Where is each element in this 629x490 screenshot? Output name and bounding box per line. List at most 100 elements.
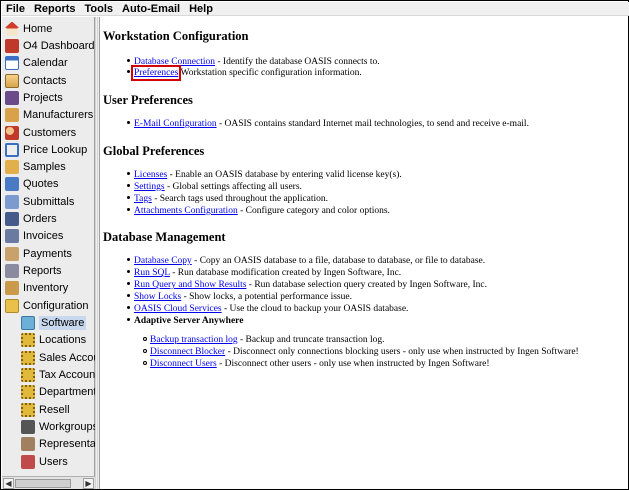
menu-file[interactable]: File [6,2,25,16]
link-description: - Run database selection query created b… [246,280,487,290]
subsection-heading: Adaptive Server Anywhere [134,316,244,326]
inventory-icon [5,280,19,295]
backup-transaction-log-link[interactable]: Backup transaction log [150,335,238,345]
sidebar-item-resell[interactable]: Resell [2,401,95,418]
link-description: - Enable an OASIS database by entering v… [167,170,402,180]
scroll-right-icon[interactable]: ▶ [83,478,94,489]
sidebar-item-workgroups[interactable]: Workgroups [2,418,95,435]
manufacturers-icon [5,107,19,122]
circle-bullet-icon [143,348,147,353]
sidebar-item-label: Contacts [23,74,67,87]
oasis-cloud-services-link[interactable]: OASIS Cloud Services [134,304,222,314]
sidebar-item-payments[interactable]: Payments [2,245,95,262]
sub-list-item: Disconnect Blocker - Disconnect only con… [143,347,579,358]
bullet-icon [127,59,130,63]
sidebar: Home O4 Dashboard Calendar Contacts Projects… [2,17,95,489]
list-item: Licenses - Enable an OASIS database by e… [127,170,402,181]
sidebar-item-manufacturers[interactable]: Manufacturers [2,106,95,123]
run-query-and-show-results-link[interactable]: Run Query and Show Results [134,280,246,290]
sidebar-item-label: Home [23,22,53,35]
sidebar-item-label: Orders [23,212,57,225]
menu-reports[interactable]: Reports [34,2,76,16]
sidebar-item-users[interactable]: Users [2,453,95,470]
bullet-icon [127,318,130,322]
sidebar-item-orders[interactable]: Orders [2,210,95,227]
e-mail-configuration-link[interactable]: E-Mail Configuration [134,119,217,129]
menu-bar: File Reports Tools Auto-Email Help [2,2,629,16]
list-item: Run SQL - Run database modification crea… [127,268,401,279]
sidebar-item-inventory[interactable]: Inventory [2,279,95,296]
sidebar-item-calendar[interactable]: Calendar [2,54,95,71]
attachments-configuration-link[interactable]: Attachments Configuration [134,206,238,216]
sidebar-item-label: Calendar [23,56,68,69]
database-copy-link[interactable]: Database Copy [134,256,192,266]
sidebar-item-label: Customers [23,126,77,139]
link-description: - Identify the database OASIS connects t… [215,57,380,67]
link-description: - OASIS contains standard Internet mail … [216,119,529,129]
circle-bullet-icon [143,336,147,341]
bullet-icon [127,172,130,176]
disconnect-blocker-link[interactable]: Disconnect Blocker [150,347,225,357]
sidebar-item-departments[interactable]: Departments [2,383,95,400]
sidebar-item-o4-dashboard[interactable]: O4 Dashboard [2,37,95,54]
sidebar-item-tax-account[interactable]: Tax Account [2,366,95,383]
sidebar-item-home[interactable]: Home [2,20,95,37]
bullet-icon [127,294,130,298]
link-description: - Show locks, a potential performance is… [181,292,352,302]
gear-icon [21,367,35,382]
sidebar-item-label: Price Lookup [23,143,88,156]
preferences-link[interactable]: Preferences [130,65,182,81]
sidebar-item-software[interactable]: Software [2,314,95,331]
link-description: - Search tags used throughout the applic… [151,194,329,204]
sidebar-item-label: Users [39,455,68,468]
disconnect-users-link[interactable]: Disconnect Users [150,359,217,369]
sidebar-item-quotes[interactable]: Quotes [2,175,95,192]
bullet-icon [127,306,130,310]
sub-list-item: Backup transaction log - Backup and trun… [143,335,385,346]
configuration-content: Workstation Configuration Database Connec… [101,17,628,489]
sidebar-item-reports[interactable]: Reports [2,262,95,279]
sidebar-item-projects[interactable]: Projects [2,89,95,106]
menu-tools[interactable]: Tools [85,2,114,16]
sidebar-item-label: Invoices [23,229,64,242]
gear-icon [21,384,35,399]
sidebar-item-customers[interactable]: Customers [2,124,95,141]
show-locks-link[interactable]: Show Locks [134,292,181,302]
customers-icon [5,125,19,140]
sidebar-item-locations[interactable]: Locations [2,331,95,348]
list-item: Database Connection - Identify the datab… [127,57,380,68]
representatives-icon [21,436,35,451]
list-item: OASIS Cloud Services - Use the cloud to … [127,304,408,315]
sidebar-item-contacts[interactable]: Contacts [2,72,95,89]
pane-splitter[interactable] [95,17,100,489]
sidebar-item-configuration[interactable]: Configuration [2,297,95,314]
sidebar-item-label: Tax Account [39,368,95,381]
sidebar-item-label: Payments [23,247,72,260]
menu-help[interactable]: Help [189,2,213,16]
sidebar-item-price-lookup[interactable]: Price Lookup [2,141,95,158]
tags-link[interactable]: Tags [134,194,152,204]
sidebar-item-samples[interactable]: Samples [2,158,95,175]
run-sql-link[interactable]: Run SQL [134,268,170,278]
scrollbar-thumb[interactable] [15,479,71,488]
home-icon [5,21,19,36]
calendar-icon [5,55,19,70]
sidebar-horizontal-scrollbar[interactable]: ◀ ▶ [2,476,95,489]
menu-auto-email[interactable]: Auto-Email [122,2,180,16]
settings-link[interactable]: Settings [134,182,165,192]
sidebar-item-label: Samples [23,160,66,173]
sidebar-item-submittals[interactable]: Submittals [2,193,95,210]
sidebar-item-invoices[interactable]: Invoices [2,227,95,244]
contacts-icon [5,73,19,88]
bullet-icon [127,258,130,262]
scroll-left-icon[interactable]: ◀ [3,478,14,489]
gear-icon [21,350,35,365]
sidebar-item-sales-accou[interactable]: Sales Accou [2,349,95,366]
orders-icon [5,211,19,226]
licenses-link[interactable]: Licenses [134,170,167,180]
section-title-global-preferences: Global Preferences [103,144,205,158]
database-connection-link[interactable]: Database Connection [134,57,215,67]
sidebar-item-label: Projects [23,91,63,104]
sidebar-item-label: Reports [23,264,62,277]
sidebar-item-representat[interactable]: Representat [2,435,95,452]
